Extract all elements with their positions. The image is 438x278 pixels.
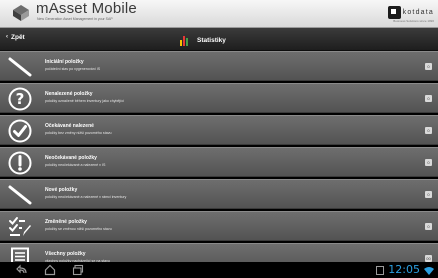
exclamation-circle-icon: [8, 151, 32, 175]
menu-item-title: Nenalezené položky: [45, 91, 93, 97]
app-logo-icon: [13, 5, 29, 21]
menu-item-title: Iniciální položky: [45, 59, 84, 65]
menu-item-initial[interactable]: Iniciální položky počáteční stav po vyge…: [0, 51, 438, 81]
clock: 12:05: [388, 263, 420, 276]
menu-item-title: Nové položky: [45, 187, 78, 193]
device-icon: [376, 265, 385, 275]
menu-item-unexpected[interactable]: Neočekávané položky položky neočekávané …: [0, 147, 438, 177]
menu-item-description: položky se změnou nižší pozorného stavu: [45, 227, 112, 231]
statistics-menu-list: Iniciální položky počáteční stav po vyge…: [0, 51, 438, 275]
system-recent-apps-icon[interactable]: [72, 264, 84, 276]
wifi-icon: [424, 266, 434, 275]
count-badge: 0: [425, 223, 432, 230]
line-icon: [8, 185, 32, 205]
menu-item-new[interactable]: Nové položky položky neočekávané a nalez…: [0, 179, 438, 209]
question-circle-icon: ?: [8, 87, 32, 111]
line-icon: [8, 57, 32, 77]
menu-item-description: počáteční stav po vygenerování IS: [45, 67, 101, 71]
status-area[interactable]: 12:05: [376, 264, 434, 276]
system-back-icon[interactable]: [16, 264, 28, 276]
count-badge: 0: [425, 95, 432, 102]
bar-chart-icon: [180, 35, 192, 46]
app-subtitle: New Generation Asset Management in your …: [37, 17, 113, 21]
count-badge: 0: [425, 127, 432, 134]
menu-item-description: položky neočekávané a nalezené v IS: [45, 163, 106, 167]
menu-item-title: Všechny položky: [45, 251, 86, 257]
menu-item-title: Změněné položky: [45, 219, 87, 225]
brand-mark-icon: [387, 5, 401, 19]
back-label: Zpět: [11, 33, 25, 41]
app-title: mAsset Mobile: [36, 0, 137, 17]
system-navigation-bar: 12:05: [0, 262, 438, 278]
app-header: mAsset Mobile New Generation Asset Manag…: [0, 0, 438, 28]
brand-tagline: Business Solutions since 1996: [393, 19, 434, 23]
system-home-icon[interactable]: [44, 264, 56, 276]
count-badge: 0: [425, 191, 432, 198]
count-badge: 0: [425, 159, 432, 166]
menu-item-expected-found[interactable]: Očekávané nalezené položky bez změny niž…: [0, 115, 438, 145]
nav-bar: ‹ Zpět Statistiky: [0, 28, 438, 51]
count-badge: 00: [425, 255, 432, 262]
menu-item-description: položky bez změny nižší pozorného stavu: [45, 131, 112, 135]
menu-item-description: položky neočekávané a nalezené v rámci i…: [45, 195, 127, 199]
brand-logo: kotdata: [387, 5, 434, 19]
svg-text:?: ?: [16, 90, 25, 108]
menu-item-description: položky označené během inventury jako ch…: [45, 99, 125, 103]
page-title-wrap: Statistiky: [180, 35, 226, 46]
page-title: Statistiky: [197, 37, 226, 44]
menu-item-missing[interactable]: ? Nenalezené položky položky označené bě…: [0, 83, 438, 113]
checklist-edit-icon: [9, 217, 31, 236]
back-button[interactable]: ‹ Zpět: [6, 31, 25, 43]
back-arrow-icon: ‹: [6, 34, 8, 40]
brand-name: kotdata: [402, 8, 434, 16]
count-badge: 0: [425, 63, 432, 70]
menu-item-title: Očekávané nalezené: [45, 123, 94, 129]
menu-item-title: Neočekávané položky: [45, 155, 97, 161]
checkmark-circle-icon: [8, 119, 32, 143]
menu-item-changed[interactable]: Změněné položky položky se změnou nižší …: [0, 211, 438, 241]
